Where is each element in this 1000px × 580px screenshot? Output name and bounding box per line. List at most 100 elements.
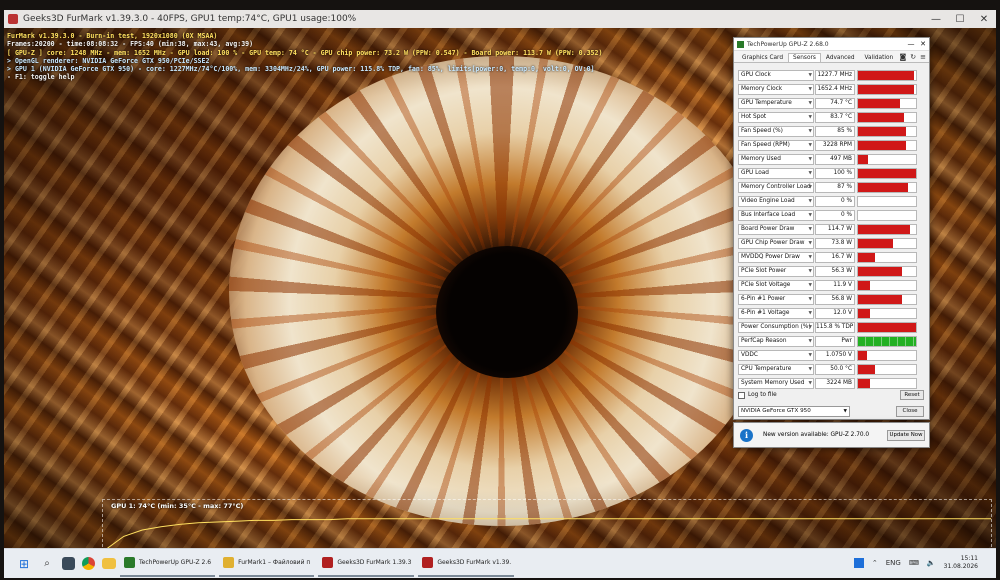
sensor-row: System Memory Used ▼ 3224 MB: [738, 376, 926, 390]
close-icon[interactable]: ✕: [917, 40, 929, 48]
sensor-graph: [857, 139, 917, 151]
sensor-name-dropdown[interactable]: CPU Temperature ▼: [738, 363, 814, 375]
gpuz-tabs: Graphics Card Sensors Advanced Validatio…: [734, 51, 929, 63]
chevron-down-icon: ▼: [808, 72, 812, 78]
sensor-name-dropdown[interactable]: GPU Temperature ▼: [738, 97, 814, 109]
sensor-name: 6-Pin #1 Voltage: [741, 309, 790, 316]
sensor-graph-fill: [858, 378, 870, 388]
task-view-icon[interactable]: [62, 557, 75, 570]
sensor-value: 3224 MB: [815, 377, 855, 389]
app-icon: [223, 557, 235, 568]
sensor-value: 3228 RPM: [815, 139, 855, 151]
minimize-icon[interactable]: —: [924, 14, 948, 25]
sensor-graph-fill: [858, 308, 870, 318]
chevron-down-icon: ▼: [808, 338, 812, 344]
sensor-name: Bus Interface Load: [741, 211, 796, 218]
sensor-row: GPU Chip Power Draw ▼ 73.8 W: [738, 236, 926, 250]
update-now-button[interactable]: Update Now: [887, 429, 925, 441]
menu-icon[interactable]: ≡: [920, 53, 926, 61]
info-icon: i: [740, 428, 753, 442]
sensor-graph-fill: [858, 224, 911, 234]
language-indicator[interactable]: ENG: [886, 559, 901, 567]
windows-start-icon[interactable]: ⊞: [16, 556, 32, 572]
tab-advanced[interactable]: Advanced: [821, 53, 860, 62]
taskbar-app-button[interactable]: FurMark1 – Файловий п: [219, 551, 315, 577]
refresh-icon[interactable]: ↻: [910, 53, 916, 61]
reset-button[interactable]: Reset: [900, 390, 924, 400]
sensor-name-dropdown[interactable]: Bus Interface Load ▼: [738, 209, 814, 221]
taskbar-app-button[interactable]: Geeks3D FurMark v1.39.: [418, 551, 515, 577]
sensor-graph: [857, 69, 917, 81]
gpuz-window[interactable]: TechPowerUp GPU-Z 2.68.0 — ✕ Graphics Ca…: [733, 37, 930, 420]
taskbar-app-button[interactable]: Geeks3D FurMark 1.39.3: [318, 551, 415, 577]
sensor-name-dropdown[interactable]: System Memory Used ▼: [738, 377, 814, 389]
sensor-name-dropdown[interactable]: 6-Pin #1 Voltage ▼: [738, 307, 814, 319]
sensor-name-dropdown[interactable]: Power Consumption (%) ▼: [738, 321, 814, 333]
chrome-icon[interactable]: [82, 557, 95, 570]
folder-icon[interactable]: [102, 558, 116, 569]
sensor-name-dropdown[interactable]: Memory Controller Load ▼: [738, 181, 814, 193]
sensor-name-dropdown[interactable]: GPU Chip Power Draw ▼: [738, 237, 814, 249]
sensor-name-dropdown[interactable]: PCIe Slot Power ▼: [738, 265, 814, 277]
sensor-name-dropdown[interactable]: VDDC ▼: [738, 349, 814, 361]
sensor-name-dropdown[interactable]: Hot Spot ▼: [738, 111, 814, 123]
gpu-select-dropdown[interactable]: NVIDIA GeForce GTX 950 ▼: [738, 406, 850, 417]
sensor-name-dropdown[interactable]: PerfCap Reason ▼: [738, 335, 814, 347]
tab-sensors[interactable]: Sensors: [788, 53, 821, 62]
chevron-down-icon: ▼: [808, 198, 812, 204]
gpuz-footer: Log to file Reset NVIDIA GeForce GTX 950…: [738, 389, 926, 417]
sensor-name-dropdown[interactable]: GPU Load ▼: [738, 167, 814, 179]
sensor-value: 56.8 W: [815, 293, 855, 305]
sensor-name-dropdown[interactable]: GPU Clock ▼: [738, 69, 814, 81]
sensor-graph-fill: [858, 336, 916, 346]
widget-icon[interactable]: [853, 558, 864, 568]
sensor-value: 114.7 W: [815, 223, 855, 235]
sensor-graph-fill: [858, 98, 900, 108]
chevron-down-icon: ▼: [808, 352, 812, 358]
network-icon[interactable]: ⌨: [909, 559, 919, 567]
sensor-graph: [857, 111, 917, 123]
chevron-down-icon: ▼: [808, 184, 812, 190]
sensor-value: 74.7 °C: [815, 97, 855, 109]
sensor-row: GPU Load ▼ 100 %: [738, 166, 926, 180]
minimize-icon[interactable]: —: [905, 40, 917, 48]
sensor-name-dropdown[interactable]: Video Engine Load ▼: [738, 195, 814, 207]
chevron-down-icon: ▼: [808, 296, 812, 302]
sensor-graph-fill: [858, 154, 869, 164]
furmark-titlebar[interactable]: Geeks3D FurMark v1.39.3.0 - 40FPS, GPU1 …: [4, 10, 996, 28]
search-icon[interactable]: ⌕: [39, 556, 55, 572]
sensor-row: PCIe Slot Voltage ▼ 11.9 V: [738, 278, 926, 292]
sensor-name-dropdown[interactable]: 6-Pin #1 Power ▼: [738, 293, 814, 305]
close-icon[interactable]: ✕: [972, 14, 996, 25]
temperature-graph: GPU 1: 74°C (min: 35°C - max: 77°C): [102, 499, 992, 548]
sensor-name-dropdown[interactable]: Fan Speed (%) ▼: [738, 125, 814, 137]
sensor-graph: [857, 349, 917, 361]
sensor-graph: [857, 237, 917, 249]
sensor-name-dropdown[interactable]: Fan Speed (RPM) ▼: [738, 139, 814, 151]
sensor-row: Power Consumption (%) ▼ 115.8 % TDP: [738, 320, 926, 334]
chevron-down-icon: ▼: [808, 170, 812, 176]
sensor-name-dropdown[interactable]: PCIe Slot Voltage ▼: [738, 279, 814, 291]
maximize-icon[interactable]: ☐: [948, 14, 972, 25]
sensor-name-dropdown[interactable]: Board Power Draw ▼: [738, 223, 814, 235]
camera-icon[interactable]: ◙: [899, 53, 906, 61]
clock[interactable]: 15:11 31.08.2026: [944, 555, 978, 571]
app-icon: [322, 557, 334, 568]
checkbox-box[interactable]: [738, 391, 745, 399]
chevron-up-icon[interactable]: ⌃: [872, 559, 878, 567]
log-to-file-checkbox[interactable]: Log to file: [738, 389, 926, 401]
sensor-value: 115.8 % TDP: [815, 321, 855, 333]
sensor-name-dropdown[interactable]: MVDDQ Power Draw ▼: [738, 251, 814, 263]
close-button[interactable]: Close: [896, 406, 924, 417]
sensor-name-dropdown[interactable]: Memory Used ▼: [738, 153, 814, 165]
tab-validation[interactable]: Validation: [860, 53, 899, 62]
taskbar-app-button[interactable]: TechPowerUp GPU-Z 2.6: [120, 551, 216, 577]
volume-icon[interactable]: 🔈: [927, 559, 936, 567]
sensor-graph-fill: [858, 364, 876, 374]
tab-graphics-card[interactable]: Graphics Card: [737, 53, 788, 62]
sensor-value: 85 %: [815, 125, 855, 137]
gpuz-titlebar[interactable]: TechPowerUp GPU-Z 2.68.0 — ✕: [734, 38, 929, 51]
sensor-row: Board Power Draw ▼ 114.7 W: [738, 222, 926, 236]
sensor-graph-fill: [858, 280, 870, 290]
sensor-name-dropdown[interactable]: Memory Clock ▼: [738, 83, 814, 95]
